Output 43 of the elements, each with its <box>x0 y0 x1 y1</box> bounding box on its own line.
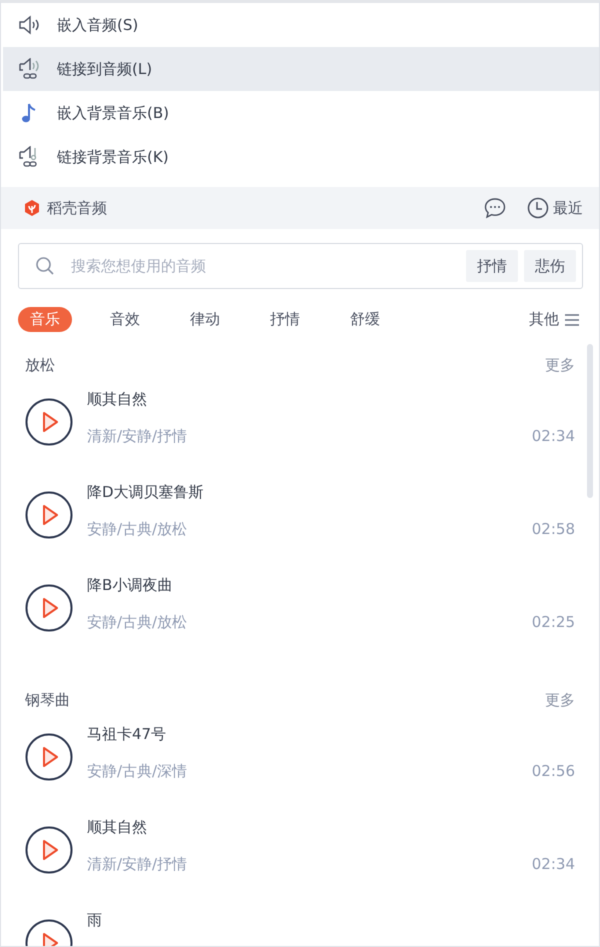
search-tag[interactable]: 抒情 <box>466 250 518 282</box>
brand-name: 稻壳音频 <box>47 198 107 218</box>
track-duration: 02:58 <box>532 520 575 539</box>
track-title: 雨 <box>87 911 103 930</box>
category-tab[interactable]: 舒缓 <box>338 307 392 332</box>
menu-item[interactable]: 嵌入音频(S) <box>3 3 599 47</box>
brand-logo-icon <box>23 199 41 217</box>
track-tags: 安静/古典/放松 <box>87 520 188 539</box>
scrollbar[interactable] <box>587 344 593 498</box>
clock-icon <box>527 197 549 219</box>
menu-icon <box>565 314 579 326</box>
menu-item[interactable]: 链接背景音乐(K) <box>3 135 599 179</box>
track-duration: 02:25 <box>532 613 575 632</box>
category-tab[interactable]: 抒情 <box>258 307 312 332</box>
track-tags: 安静/古典/放松 <box>87 613 188 632</box>
track-title: 顺其自然 <box>87 390 148 409</box>
search-tag[interactable]: 悲伤 <box>524 250 576 282</box>
section-title: 放松 <box>25 356 55 374</box>
menu-item[interactable]: 链接到音频(L) <box>3 47 599 91</box>
other-button[interactable]: 其他 <box>529 310 579 329</box>
track-tags: 安静/古典/深情 <box>87 762 188 781</box>
track-tags: 清新/安静/抒情 <box>87 427 188 446</box>
play-button[interactable] <box>25 733 73 781</box>
search-icon <box>35 256 55 276</box>
track-title: 顺其自然 <box>87 818 148 837</box>
track-duration: 02:56 <box>532 762 575 781</box>
section-title: 钢琴曲 <box>25 690 70 710</box>
category-tab[interactable]: 律动 <box>178 307 232 332</box>
track-tags: 清新/安静/抒情 <box>87 855 188 874</box>
play-button[interactable] <box>25 584 73 632</box>
track-title: 降D大调贝塞鲁斯 <box>87 483 205 502</box>
track-duration: 02:34 <box>532 427 575 446</box>
play-button[interactable] <box>25 491 73 539</box>
search-field[interactable]: 搜索您想使用的音频 抒情 悲伤 <box>18 243 583 289</box>
track-duration: 02:34 <box>532 855 575 874</box>
category-tab[interactable]: 音效 <box>98 307 152 332</box>
menu-item[interactable]: 嵌入背景音乐(B) <box>3 91 599 135</box>
track-title: 马祖卡47号 <box>87 725 168 744</box>
play-button[interactable] <box>25 398 73 446</box>
chat-icon[interactable] <box>483 197 507 219</box>
track-title: 降B小调夜曲 <box>87 576 174 595</box>
recent-button[interactable]: 最近 <box>527 197 583 219</box>
play-button[interactable] <box>25 826 73 874</box>
